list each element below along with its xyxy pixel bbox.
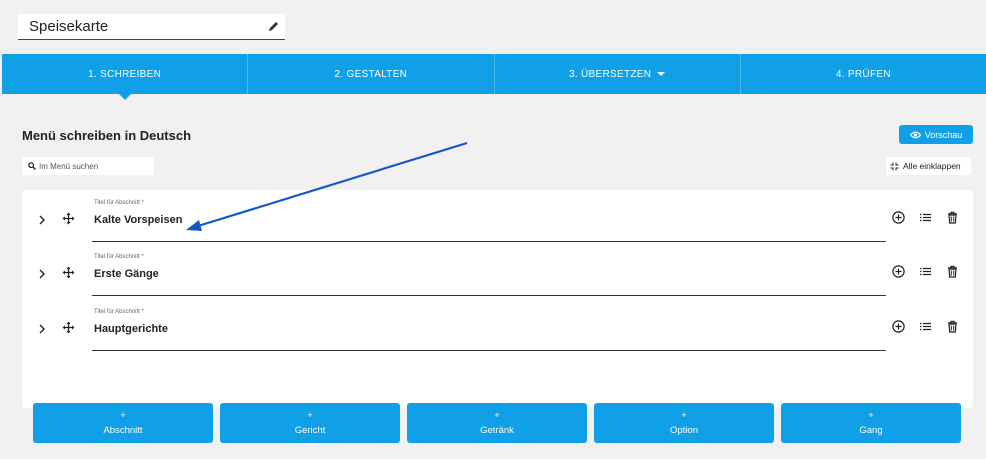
section-row: Titel für Abschnitt * Kalte Vorspeisen bbox=[22, 197, 973, 242]
section-title-value: Erste Gänge bbox=[94, 268, 159, 280]
preview-label: Vorschau bbox=[924, 129, 963, 140]
add-section-button[interactable]: + Abschnitt bbox=[33, 403, 213, 443]
list-icon[interactable] bbox=[919, 211, 932, 224]
button-label: Abschnitt bbox=[103, 424, 143, 436]
button-label: Gang bbox=[859, 424, 883, 436]
trash-icon[interactable] bbox=[946, 265, 959, 278]
chevron-right-icon[interactable] bbox=[38, 215, 46, 225]
tab-schreiben[interactable]: 1. SCHREIBEN bbox=[2, 54, 249, 100]
trash-icon[interactable] bbox=[946, 320, 959, 333]
move-icon[interactable] bbox=[62, 212, 75, 225]
add-circle-icon[interactable] bbox=[892, 320, 905, 333]
section-title-value: Hauptgerichte bbox=[94, 323, 168, 335]
section-row: Titel für Abschnitt * Erste Gänge bbox=[22, 251, 973, 296]
preview-button[interactable]: Vorschau bbox=[899, 125, 973, 144]
section-title-field[interactable]: Titel für Abschnitt * Kalte Vorspeisen bbox=[92, 197, 886, 242]
list-icon[interactable] bbox=[919, 320, 932, 333]
plus-icon: + bbox=[494, 409, 500, 420]
top-bar: Speisekarte bbox=[0, 0, 986, 54]
section-title-field[interactable]: Titel für Abschnitt * Hauptgerichte bbox=[92, 306, 886, 351]
plus-icon: + bbox=[681, 409, 687, 420]
collapse-all-label: Alle einklappen bbox=[903, 161, 961, 171]
collapse-all-button[interactable]: Alle einklappen bbox=[886, 157, 971, 175]
move-icon[interactable] bbox=[62, 321, 75, 334]
plus-icon: + bbox=[868, 409, 874, 420]
plus-icon: + bbox=[120, 409, 126, 420]
section-row: Titel für Abschnitt * Hauptgerichte bbox=[22, 306, 973, 351]
field-label: Titel für Abschnitt * bbox=[94, 309, 144, 315]
chevron-right-icon[interactable] bbox=[38, 269, 46, 279]
section-title-field[interactable]: Titel für Abschnitt * Erste Gänge bbox=[92, 251, 886, 296]
button-label: Gericht bbox=[294, 424, 326, 436]
dropdown-caret-icon bbox=[657, 72, 666, 76]
pencil-icon[interactable] bbox=[267, 20, 279, 34]
add-option-button[interactable]: + Option bbox=[594, 403, 774, 443]
chevron-right-icon[interactable] bbox=[38, 324, 46, 334]
move-icon[interactable] bbox=[62, 266, 75, 279]
field-label: Titel für Abschnitt * bbox=[94, 200, 144, 206]
add-circle-icon[interactable] bbox=[892, 265, 905, 278]
search-box[interactable] bbox=[22, 157, 154, 175]
tab-gestalten[interactable]: 2. GESTALTEN bbox=[248, 54, 495, 94]
trash-icon[interactable] bbox=[946, 211, 959, 224]
menu-title: Speisekarte bbox=[29, 18, 109, 35]
add-circle-icon[interactable] bbox=[892, 211, 905, 224]
search-input[interactable] bbox=[39, 159, 151, 173]
add-dish-button[interactable]: + Gericht bbox=[220, 403, 400, 443]
search-icon bbox=[28, 162, 36, 170]
eye-icon bbox=[909, 131, 921, 138]
collapse-icon bbox=[890, 162, 899, 170]
plus-icon: + bbox=[307, 409, 313, 420]
step-tabs: 1. SCHREIBEN 2. GESTALTEN 3. ÜBERSETZEN … bbox=[2, 54, 986, 100]
tab-pruefen[interactable]: 4. PRÜFEN bbox=[741, 54, 986, 94]
page-heading: Menü schreiben in Deutsch bbox=[22, 128, 192, 143]
list-icon[interactable] bbox=[919, 265, 932, 278]
button-label: Option bbox=[670, 424, 698, 436]
add-drink-button[interactable]: + Getränk bbox=[407, 403, 587, 443]
button-label: Getränk bbox=[480, 424, 514, 436]
field-label: Titel für Abschnitt * bbox=[94, 254, 144, 260]
add-buttons-bar: + Abschnitt + Gericht + Getränk + Option… bbox=[22, 401, 973, 445]
tab-uebersetzen[interactable]: 3. ÜBERSETZEN bbox=[495, 54, 741, 94]
section-title-value: Kalte Vorspeisen bbox=[94, 214, 183, 226]
menu-title-field[interactable]: Speisekarte bbox=[18, 14, 285, 40]
add-course-button[interactable]: + Gang bbox=[781, 403, 961, 443]
sections-card: Titel für Abschnitt * Kalte Vorspeisen T… bbox=[22, 190, 973, 408]
